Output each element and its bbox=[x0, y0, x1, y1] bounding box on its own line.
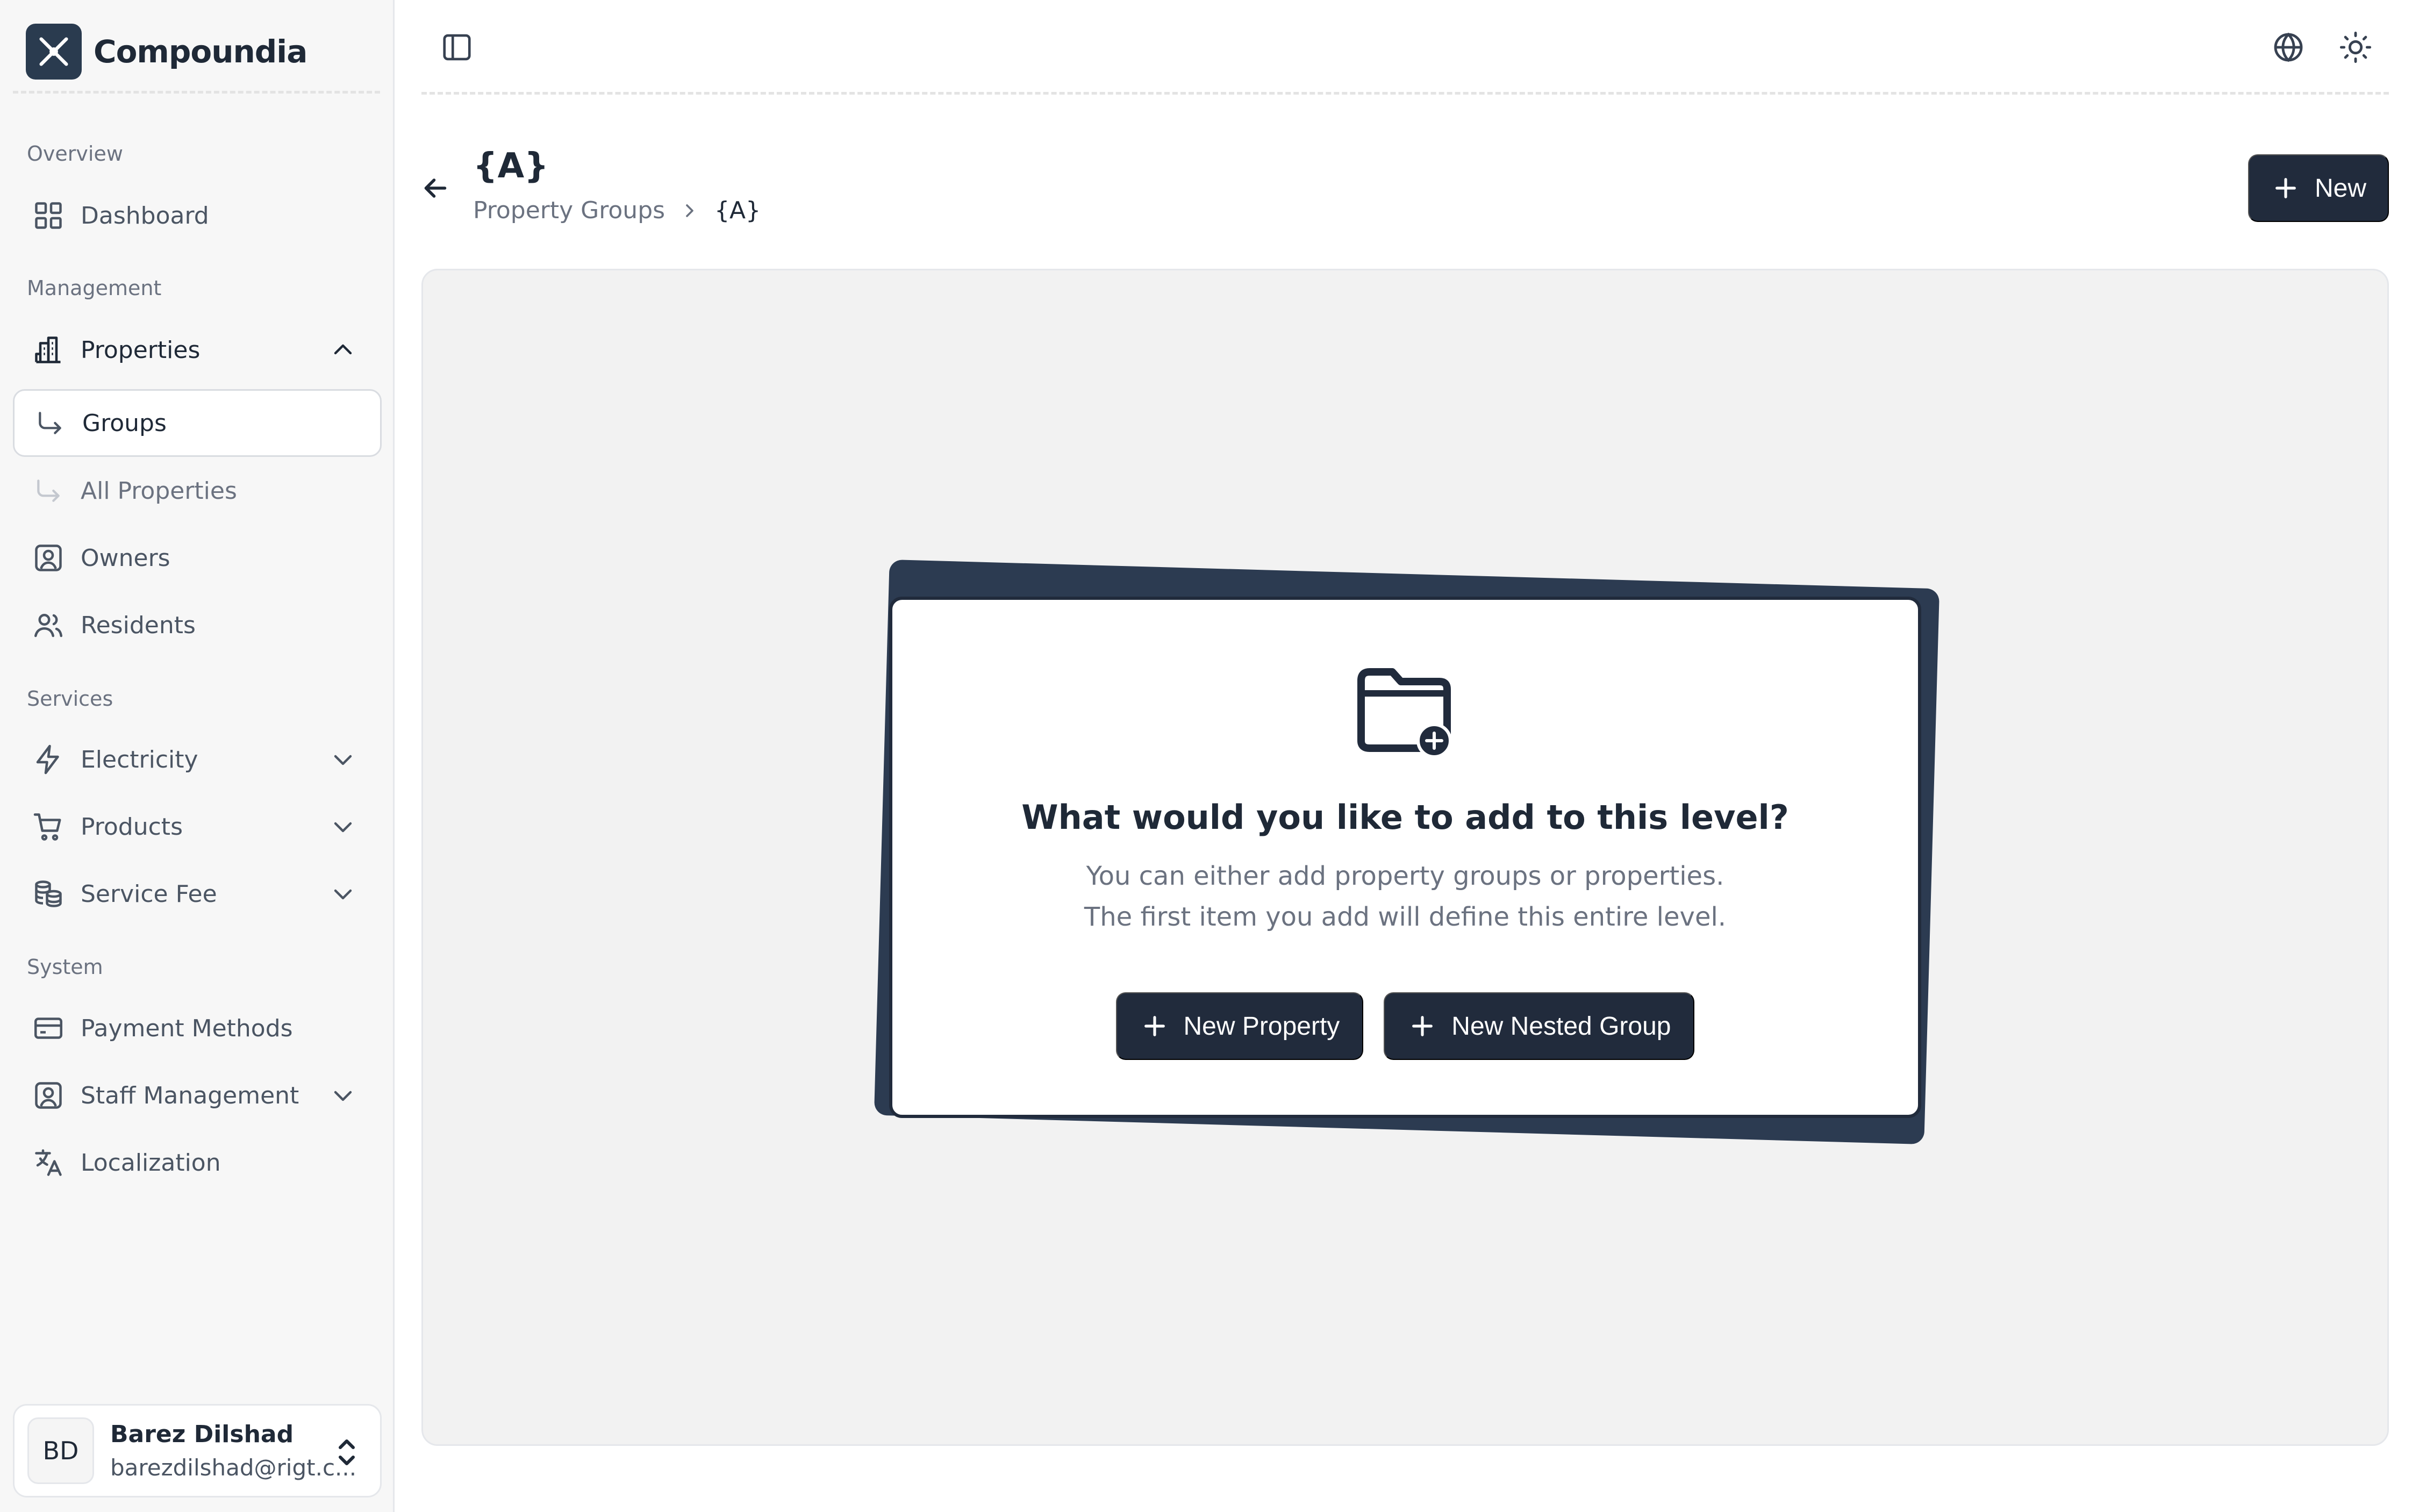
brand-name: Compoundia bbox=[94, 33, 307, 70]
new-nested-group-button[interactable]: New Nested Group bbox=[1384, 992, 1695, 1060]
sidebar-item-label: Groups bbox=[82, 409, 167, 437]
sidebar-item-staff-management[interactable]: Staff Management bbox=[13, 1062, 382, 1129]
chevron-right-icon bbox=[679, 200, 700, 221]
user-menu[interactable]: BD Barez Dilshad barezdilshad@rigt.c... bbox=[13, 1404, 382, 1497]
sidebar-item-label: Owners bbox=[81, 544, 170, 572]
corner-down-right-icon bbox=[29, 471, 68, 510]
sidebar-item-localization[interactable]: Localization bbox=[13, 1129, 382, 1196]
sidebar-item-residents[interactable]: Residents bbox=[13, 591, 382, 659]
sidebar-item-properties[interactable]: Properties bbox=[13, 316, 382, 384]
sidebar-item-label: Service Fee bbox=[81, 880, 217, 908]
section-services: Services bbox=[27, 687, 113, 711]
new-button[interactable]: New bbox=[2248, 154, 2389, 222]
lightning-icon bbox=[29, 740, 68, 779]
user-square-icon bbox=[29, 1076, 68, 1115]
chevron-down-icon[interactable] bbox=[324, 807, 362, 846]
sidebar-item-products[interactable]: Products bbox=[13, 793, 382, 861]
breadcrumb: Property Groups {A} bbox=[473, 197, 761, 224]
user-email: barezdilshad@rigt.c... bbox=[110, 1454, 357, 1481]
brand[interactable]: Compoundia bbox=[13, 12, 380, 94]
credit-card-icon bbox=[29, 1009, 68, 1048]
users-icon bbox=[29, 606, 68, 644]
globe-icon[interactable] bbox=[2267, 26, 2310, 69]
new-nested-group-label: New Nested Group bbox=[1451, 1012, 1671, 1041]
sidebar-item-all-properties[interactable]: All Properties bbox=[13, 457, 382, 525]
compoundia-logo-icon bbox=[26, 23, 82, 80]
corner-down-right-icon bbox=[31, 404, 69, 442]
sidebar-item-label: Electricity bbox=[81, 746, 198, 773]
sidebar-item-label: Residents bbox=[81, 611, 196, 639]
new-property-label: New Property bbox=[1183, 1012, 1340, 1041]
sidebar-item-label: All Properties bbox=[81, 477, 237, 505]
avatar: BD bbox=[27, 1417, 94, 1484]
sidebar-item-dashboard[interactable]: Dashboard bbox=[13, 182, 382, 249]
sun-icon[interactable] bbox=[2334, 26, 2377, 69]
building-icon bbox=[29, 331, 68, 369]
chevron-down-icon[interactable] bbox=[324, 875, 362, 913]
empty-state-card: What would you like to add to this level… bbox=[889, 597, 1921, 1118]
sidebar-toggle-icon[interactable] bbox=[435, 26, 478, 69]
sidebar-item-label: Staff Management bbox=[81, 1081, 299, 1109]
user-square-icon bbox=[29, 539, 68, 577]
sidebar-item-service-fee[interactable]: Service Fee bbox=[13, 860, 382, 928]
coins-icon bbox=[29, 875, 68, 913]
chevrons-up-down-icon[interactable] bbox=[327, 1433, 366, 1472]
cart-icon bbox=[29, 807, 68, 846]
sidebar-item-label: Products bbox=[81, 813, 183, 841]
sidebar-item-owners[interactable]: Owners bbox=[13, 524, 382, 592]
dashboard-icon bbox=[29, 196, 68, 235]
user-name: Barez Dilshad bbox=[110, 1421, 294, 1448]
plus-icon bbox=[1407, 1011, 1437, 1041]
sidebar-item-groups[interactable]: Groups bbox=[13, 389, 382, 457]
sidebar-item-payment-methods[interactable]: Payment Methods bbox=[13, 994, 382, 1062]
new-button-label: New bbox=[2314, 174, 2367, 203]
arrow-left-icon[interactable] bbox=[414, 167, 457, 210]
section-management: Management bbox=[27, 276, 162, 300]
sidebar-item-label: Dashboard bbox=[81, 202, 209, 230]
translate-icon bbox=[29, 1143, 68, 1182]
chevron-down-icon[interactable] bbox=[324, 1076, 362, 1115]
empty-state-description-line-2: The first item you add will define this … bbox=[1084, 902, 1727, 932]
plus-icon bbox=[1140, 1011, 1170, 1041]
plus-icon bbox=[2271, 173, 2301, 203]
empty-state-description-line-1: You can either add property groups or pr… bbox=[1086, 861, 1724, 891]
folder-plus-icon bbox=[1355, 660, 1457, 757]
section-overview: Overview bbox=[27, 142, 123, 166]
new-property-button[interactable]: New Property bbox=[1115, 992, 1364, 1060]
empty-state-heading: What would you like to add to this level… bbox=[1021, 798, 1789, 837]
breadcrumb-current: {A} bbox=[714, 197, 761, 224]
empty-state-actions: New Property New Nested Group bbox=[892, 992, 1918, 1060]
chevron-up-icon[interactable] bbox=[324, 331, 362, 369]
sidebar-item-electricity[interactable]: Electricity bbox=[13, 726, 382, 793]
page-title: {A} bbox=[473, 146, 549, 186]
sidebar-item-label: Payment Methods bbox=[81, 1014, 293, 1042]
section-system: System bbox=[27, 955, 103, 979]
sidebar: Compoundia Overview Dashboard Management… bbox=[0, 0, 395, 1512]
top-bar bbox=[421, 0, 2389, 95]
sidebar-item-label: Localization bbox=[81, 1149, 221, 1177]
chevron-down-icon[interactable] bbox=[324, 740, 362, 779]
breadcrumb-link-property-groups[interactable]: Property Groups bbox=[473, 197, 665, 224]
sidebar-item-label: Properties bbox=[81, 336, 201, 364]
